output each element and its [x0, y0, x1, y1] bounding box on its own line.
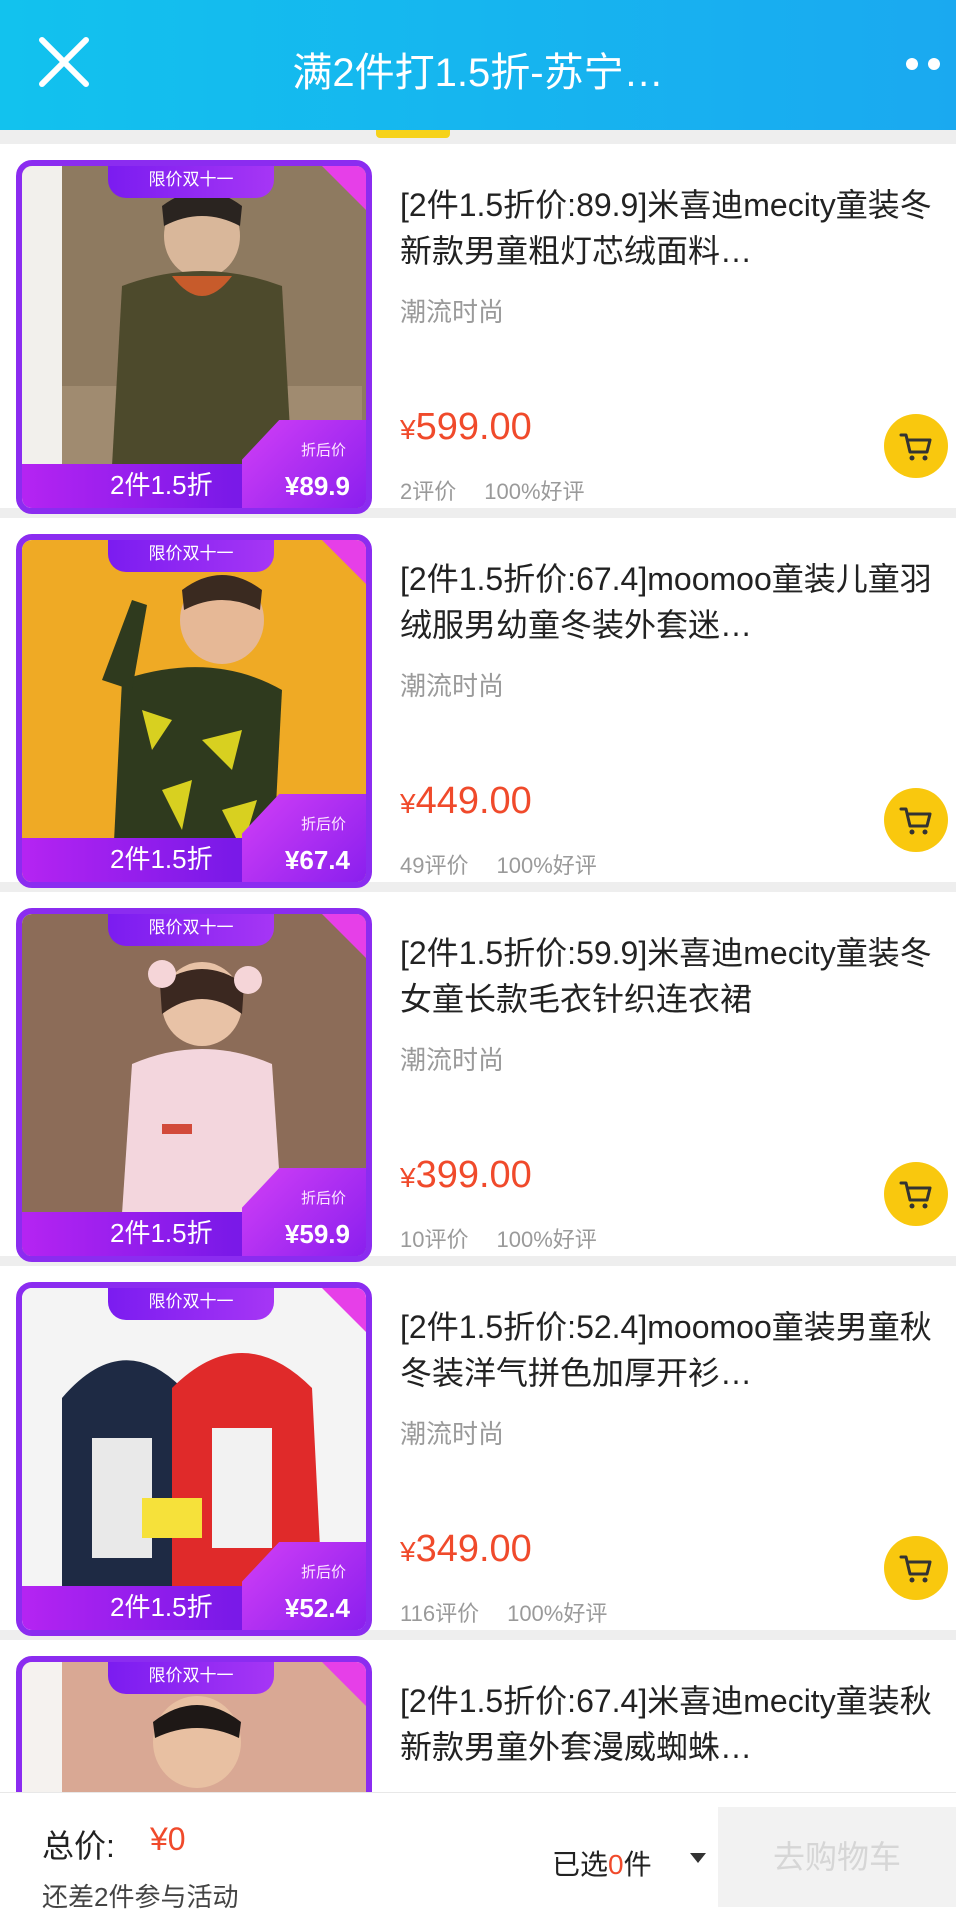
- badge-price: ¥52.4: [284, 1593, 350, 1623]
- cart-icon: [899, 1181, 932, 1209]
- review-count: 2评价: [400, 479, 457, 504]
- product-title[interactable]: [2件1.5折价:67.4]moomoo童装儿童羽绒服男幼童冬装外套迷…: [400, 556, 940, 648]
- product-price: ¥349.00: [400, 1528, 532, 1571]
- product-stats: 49评价 100%好评: [400, 848, 597, 880]
- top-header: 满2件打1.5折-苏宁…: [0, 0, 956, 130]
- product-info: [2件1.5折价:67.4]米喜迪mecity童装秋新款男童外套漫威蜘蛛…: [400, 1678, 940, 1770]
- bottom-action-bar: 总价: ¥0 还差2件参与活动 已选0件 去购物车: [0, 1792, 956, 1920]
- product-price: ¥399.00: [400, 1154, 532, 1197]
- badge-label: 折后价: [300, 816, 346, 833]
- product-title[interactable]: [2件1.5折价:67.4]米喜迪mecity童装秋新款男童外套漫威蜘蛛…: [400, 1678, 940, 1770]
- price-value: 599.00: [415, 406, 532, 448]
- remaining-hint: 还差2件参与活动: [42, 1882, 239, 1912]
- price-value: 449.00: [415, 780, 532, 822]
- selected-count-toggle[interactable]: 已选0件: [552, 1843, 652, 1883]
- badge-price: ¥67.4: [284, 845, 350, 875]
- promo-bar-text: 2件1.5折: [110, 470, 213, 500]
- add-to-cart-button[interactable]: [884, 414, 948, 478]
- go-to-cart-button[interactable]: 去购物车: [718, 1807, 956, 1907]
- corner-tag-icon: [322, 914, 366, 958]
- product-title[interactable]: [2件1.5折价:89.9]米喜迪mecity童装冬新款男童粗灯芯绒面料…: [400, 182, 940, 274]
- close-icon: [39, 37, 89, 87]
- promo-tab: 限价双十一: [108, 1662, 274, 1694]
- product-stats: 116评价 100%好评: [400, 1596, 607, 1628]
- promo-tab: 限价双十一: [108, 914, 274, 946]
- close-button[interactable]: [36, 34, 92, 90]
- promo-bar-text: 2件1.5折: [110, 1218, 213, 1248]
- product-info: [2件1.5折价:89.9]米喜迪mecity童装冬新款男童粗灯芯绒面料… 潮流…: [400, 182, 940, 504]
- selected-count: 0: [608, 1849, 624, 1880]
- price-value: 399.00: [415, 1154, 532, 1196]
- product-item[interactable]: 限价双十一 2件1.5折 折后价 ¥59.9 [2件1.5折价:59.9]米喜迪…: [0, 892, 956, 1262]
- add-to-cart-button[interactable]: [884, 1536, 948, 1600]
- price-value: 349.00: [415, 1528, 532, 1570]
- review-count: 10评价: [400, 1227, 469, 1252]
- selected-prefix: 已选: [552, 1849, 609, 1880]
- review-count: 49评价: [400, 853, 469, 878]
- product-info: [2件1.5折价:67.4]moomoo童装儿童羽绒服男幼童冬装外套迷… 潮流时…: [400, 556, 940, 878]
- add-to-cart-button[interactable]: [884, 788, 948, 852]
- promo-tab: 限价双十一: [108, 540, 274, 572]
- selected-suffix: 件: [623, 1849, 652, 1880]
- more-dot-icon: [928, 58, 940, 70]
- currency-symbol: ¥: [400, 1162, 416, 1193]
- product-title[interactable]: [2件1.5折价:59.9]米喜迪mecity童装冬女童长款毛衣针织连衣裙: [400, 930, 940, 1022]
- product-category: 潮流时尚: [400, 297, 505, 327]
- promo-bar-text: 2件1.5折: [110, 1592, 213, 1622]
- corner-tag-icon: [322, 540, 366, 584]
- positive-rate: 100%好评: [507, 1601, 608, 1626]
- caret-down-icon[interactable]: [690, 1853, 706, 1863]
- product-item[interactable]: 限价双十一 2件1.5折 折后价 ¥67.4 [2件1.5折价:67.4]moo…: [0, 518, 956, 888]
- product-info: [2件1.5折价:52.4]moomoo童装男童秋冬装洋气拼色加厚开衫… 潮流时…: [400, 1304, 940, 1626]
- product-stats: 10评价 100%好评: [400, 1222, 597, 1254]
- currency-symbol: ¥: [400, 414, 416, 445]
- more-dot-icon: [906, 58, 918, 70]
- total-label: 总价:: [42, 1828, 115, 1864]
- positive-rate: 100%好评: [496, 1227, 597, 1252]
- total-value: ¥0: [150, 1821, 186, 1857]
- currency-symbol: ¥: [400, 1536, 416, 1567]
- product-price: ¥449.00: [400, 780, 532, 823]
- product-info: [2件1.5折价:59.9]米喜迪mecity童装冬女童长款毛衣针织连衣裙 潮流…: [400, 930, 940, 1252]
- promo-tab: 限价双十一: [108, 166, 274, 198]
- badge-price: ¥59.9: [284, 1219, 350, 1249]
- product-image[interactable]: 限价双十一 2件1.5折 折后价 ¥67.4: [16, 534, 372, 888]
- product-stats: 2评价 100%好评: [400, 474, 585, 506]
- review-count: 116评价: [400, 1601, 480, 1626]
- cart-icon: [899, 433, 932, 461]
- product-category: 潮流时尚: [400, 1045, 505, 1075]
- badge-label: 折后价: [300, 442, 346, 459]
- cart-icon: [899, 1555, 932, 1583]
- product-item[interactable]: 限价双十一 2件1.5折 折后价 ¥89.9 [2件1.5折价:89.9]米喜迪…: [0, 144, 956, 514]
- badge-label: 折后价: [300, 1190, 346, 1207]
- positive-rate: 100%好评: [496, 853, 597, 878]
- header-indicator: [376, 130, 450, 138]
- positive-rate: 100%好评: [484, 479, 585, 504]
- product-image[interactable]: 限价双十一 2件1.5折 折后价 ¥89.9: [16, 160, 372, 514]
- corner-tag-icon: [322, 1662, 366, 1706]
- promo-tab: 限价双十一: [108, 1288, 274, 1320]
- badge-label: 折后价: [300, 1564, 346, 1581]
- cart-icon: [899, 807, 932, 835]
- product-category: 潮流时尚: [400, 671, 505, 701]
- corner-tag-icon: [322, 1288, 366, 1332]
- product-title[interactable]: [2件1.5折价:52.4]moomoo童装男童秋冬装洋气拼色加厚开衫…: [400, 1304, 940, 1396]
- product-item[interactable]: 限价双十一 2件1.5折 折后价 ¥52.4 [2件1.5折价:52.4]moo…: [0, 1266, 956, 1636]
- more-options-button[interactable]: [906, 52, 956, 76]
- page-title: 满2件打1.5折-苏宁…: [292, 51, 664, 95]
- product-image[interactable]: 限价双十一 2件1.5折 折后价 ¥59.9: [16, 908, 372, 1262]
- corner-tag-icon: [322, 166, 366, 210]
- badge-price: ¥89.9: [284, 471, 350, 501]
- product-image[interactable]: 限价双十一 2件1.5折 折后价 ¥52.4: [16, 1282, 372, 1636]
- product-category: 潮流时尚: [400, 1419, 505, 1449]
- currency-symbol: ¥: [400, 788, 416, 819]
- product-price: ¥599.00: [400, 406, 532, 449]
- add-to-cart-button[interactable]: [884, 1162, 948, 1226]
- promo-bar-text: 2件1.5折: [110, 844, 213, 874]
